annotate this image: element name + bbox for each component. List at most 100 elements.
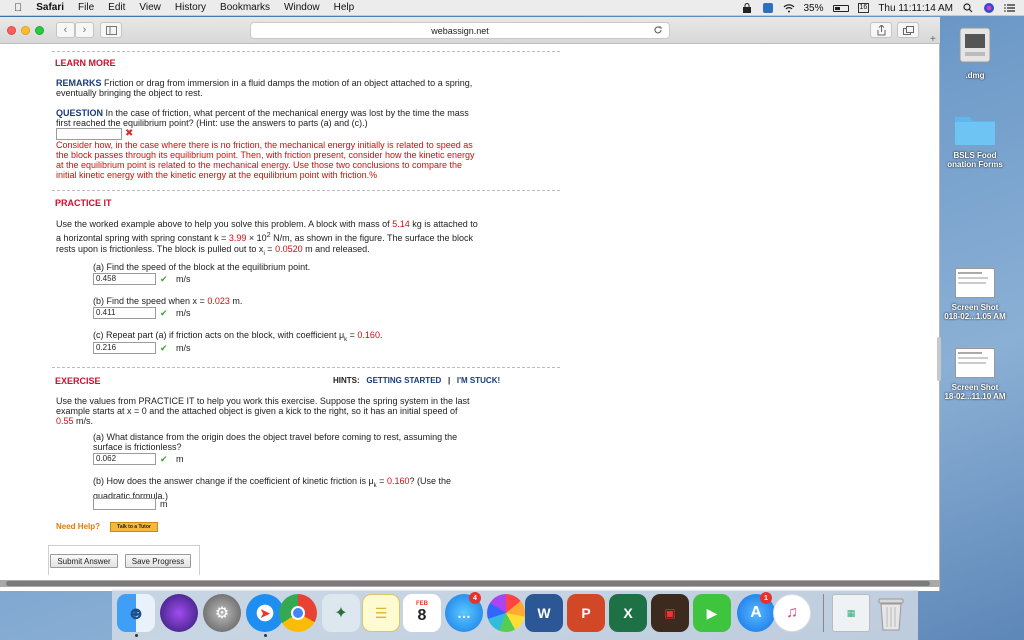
share-button[interactable] [870, 22, 892, 38]
exercise-part-a-label: (a) What distance from the origin does t… [93, 432, 458, 442]
question-block: QUESTION In the case of friction, what p… [56, 108, 566, 128]
menu-clock[interactable]: Thu 11:11:14 AM [878, 3, 953, 14]
question-answer-input[interactable] [56, 128, 122, 140]
battery-icon[interactable] [832, 4, 849, 12]
mass-value: 5.14 [392, 219, 410, 229]
menu-bar:  Safari File Edit View History Bookmark… [0, 0, 1024, 16]
hints-bar: HINTS: GETTING STARTED | I'M STUCK! [333, 376, 500, 385]
submit-answer-button[interactable]: Submit Answer [50, 554, 118, 568]
preview-icon[interactable]: ✦ [322, 594, 360, 632]
desktop-icon-screenshot-1[interactable]: Screen Shot 018-02...1.05 AM [933, 268, 1017, 321]
calendar-menu-icon[interactable]: 16 [857, 3, 870, 13]
exercise-part-a-label: surface is frictionless? [93, 442, 182, 452]
practice-part-c-input[interactable]: 0.216 [93, 342, 156, 354]
exercise-part-a-input[interactable]: 0.062 [93, 453, 156, 465]
wifi-icon[interactable] [783, 3, 795, 13]
horizontal-scrollbar-thumb[interactable] [6, 581, 930, 586]
show-tabs-button[interactable] [897, 22, 919, 38]
chrome-icon[interactable] [279, 594, 317, 632]
desktop-icon-label: 018-02...1.05 AM [944, 312, 1006, 321]
photo-booth-icon[interactable]: ▣ [651, 594, 689, 632]
finder-icon[interactable]: ☻ [117, 594, 155, 632]
desktop-icon-dmg[interactable]: .dmg [933, 26, 1017, 80]
siri-dock-icon[interactable] [160, 594, 198, 632]
exercise-part-b-input[interactable] [93, 498, 156, 510]
menu-view[interactable]: View [139, 2, 161, 13]
screenshot-thumbnail-icon [955, 268, 995, 298]
chevron-right-icon: › [82, 24, 87, 36]
apple-menu-icon[interactable]:  [14, 2, 22, 14]
lock-status-icon[interactable] [741, 3, 753, 13]
forward-button[interactable]: › [75, 22, 94, 38]
save-progress-button[interactable]: Save Progress [125, 554, 191, 568]
feedback-line-2: the block passes through its equilibrium… [56, 150, 475, 160]
minimize-window-button[interactable] [21, 26, 30, 35]
desktop-icon-screenshot-2[interactable]: Screen Shot 18-02...11.10 AM [933, 348, 1017, 401]
menu-edit[interactable]: Edit [108, 2, 125, 13]
downloads-stack-icon[interactable]: ▦ [832, 594, 870, 632]
notes-icon[interactable]: ☰ [362, 594, 400, 632]
siri-icon[interactable] [983, 3, 995, 13]
exercise-part-a-unit: m [176, 454, 184, 464]
practice-part-b-text: (b) Find the speed when x = 0.023 m. [93, 296, 242, 306]
practice-part-c-label: . [379, 330, 383, 340]
feedback-line-3: at the equilibrium point is related to t… [56, 160, 463, 170]
tabs-icon [902, 25, 914, 35]
spotlight-search-icon[interactable] [962, 3, 974, 13]
menu-history[interactable]: History [175, 2, 206, 13]
menu-file[interactable]: File [78, 2, 94, 13]
practice-part-a-text: (a) Find the speed of the block at the e… [93, 262, 311, 272]
calendar-icon[interactable]: FEB 8 [403, 594, 441, 632]
close-window-button[interactable] [7, 26, 16, 35]
facetime-icon[interactable]: ▶ [693, 594, 731, 632]
sidebar-button[interactable] [100, 22, 122, 38]
practice-intro-text: × 10 [248, 233, 267, 243]
launchpad-icon[interactable]: ⚙ [203, 594, 241, 632]
zoom-window-button[interactable] [35, 26, 44, 35]
practice-intro-text: = [264, 244, 273, 254]
exercise-speed-value: 0.55 [56, 416, 74, 426]
practice-intro-text: a horizontal spring with spring constant… [56, 233, 227, 243]
desktop-icon-label: BSLS Food [953, 151, 997, 160]
hints-label: HINTS: [333, 376, 360, 385]
menu-app-name[interactable]: Safari [36, 2, 64, 13]
remarks-label: REMARKS [56, 78, 102, 88]
disk-image-icon [959, 27, 991, 63]
desktop-icon-label: Screen Shot [951, 383, 999, 392]
practice-intro: Use the worked example above to help you… [56, 219, 566, 260]
dock-separator [823, 594, 824, 632]
hint-stuck-link[interactable]: I'M STUCK! [457, 376, 500, 385]
menu-help[interactable]: Help [334, 2, 355, 13]
battery-percent[interactable]: 35% [804, 3, 824, 14]
menu-bookmarks[interactable]: Bookmarks [220, 2, 270, 13]
back-button[interactable]: ‹ [56, 22, 75, 38]
excel-icon[interactable]: X [609, 594, 647, 632]
exercise-part-b-text: (b) How does the answer change if the co… [93, 476, 553, 501]
reload-icon[interactable] [653, 25, 663, 35]
practice-part-b-input[interactable]: 0.411 [93, 307, 156, 319]
divider [52, 190, 560, 191]
powerpoint-icon[interactable]: P [567, 594, 605, 632]
practice-part-a-input[interactable]: 0.458 [93, 273, 156, 285]
feedback-line-1: Consider how, in the case where there is… [56, 140, 473, 150]
exercise-part-b-mu: 0.160 [386, 476, 410, 486]
practice-part-c-label: (c) Repeat part (a) if friction acts on … [93, 330, 345, 340]
menu-extra-icon[interactable] [762, 3, 774, 13]
desktop-icon-label: .dmg [965, 71, 985, 80]
hint-getting-started-link[interactable]: GETTING STARTED [366, 376, 441, 385]
exercise-intro-text: Use the values from PRACTICE IT to help … [56, 396, 470, 406]
desktop-icon-bsls-folder[interactable]: BSLS Food onation Forms [933, 112, 1017, 169]
itunes-icon[interactable]: ♫ [773, 594, 811, 632]
photos-icon[interactable] [487, 594, 525, 632]
notification-center-icon[interactable] [1004, 3, 1016, 13]
word-icon[interactable]: W [525, 594, 563, 632]
need-help-label: Need Help? [56, 522, 101, 531]
remarks-text-2: eventually bringing the object to rest. [56, 88, 203, 98]
address-bar[interactable]: webassign.net [250, 22, 670, 39]
talk-to-tutor-button[interactable]: Talk to a Tutor [110, 522, 158, 532]
exercise-part-b-label: = [376, 476, 385, 486]
practice-intro-text: rests upon is frictionless. The block is… [56, 244, 264, 254]
menu-window[interactable]: Window [284, 2, 320, 13]
trash-icon[interactable] [872, 594, 910, 632]
messages-badge: 4 [469, 592, 481, 604]
